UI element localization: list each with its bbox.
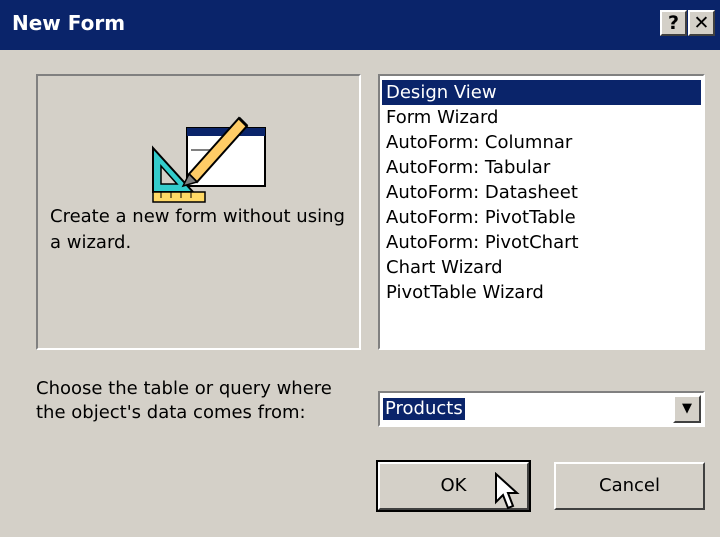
list-item[interactable]: AutoForm: PivotChart bbox=[382, 230, 701, 255]
preview-panel: Create a new form without using a wizard… bbox=[36, 74, 361, 350]
list-item[interactable]: AutoForm: Tabular bbox=[382, 155, 701, 180]
list-item[interactable]: Design View bbox=[382, 80, 701, 105]
close-button[interactable]: ✕ bbox=[688, 10, 715, 36]
table-query-label: Choose the table or query where the obje… bbox=[36, 378, 332, 423]
list-item[interactable]: AutoForm: PivotTable bbox=[382, 205, 701, 230]
table-query-value: Products bbox=[383, 398, 465, 420]
dropdown-arrow-button[interactable]: ▼ bbox=[673, 395, 701, 423]
new-form-type-list[interactable]: Design View Form Wizard AutoForm: Columnar… bbox=[378, 74, 705, 350]
form-description: Create a new form without using a wizard… bbox=[50, 206, 345, 253]
new-form-dialog: New Form ? ✕ Create a new form without u… bbox=[0, 0, 720, 537]
list-item[interactable]: PivotTable Wizard bbox=[382, 280, 701, 305]
form-design-icon bbox=[152, 116, 266, 203]
table-query-combo[interactable]: Products ▼ bbox=[378, 391, 705, 427]
help-icon: ? bbox=[667, 12, 680, 34]
close-icon: ✕ bbox=[693, 12, 710, 34]
list-item[interactable]: Form Wizard bbox=[382, 105, 701, 130]
list-item[interactable]: AutoForm: Columnar bbox=[382, 130, 701, 155]
list-item[interactable]: AutoForm: Datasheet bbox=[382, 180, 701, 205]
cancel-button[interactable]: Cancel bbox=[554, 462, 705, 510]
help-button[interactable]: ? bbox=[660, 10, 687, 36]
mouse-cursor-icon bbox=[495, 472, 520, 510]
chevron-down-icon: ▼ bbox=[682, 401, 692, 416]
window-title: New Form bbox=[12, 11, 126, 35]
title-bar[interactable]: New Form ? ✕ bbox=[0, 0, 720, 50]
list-item[interactable]: Chart Wizard bbox=[382, 255, 701, 280]
